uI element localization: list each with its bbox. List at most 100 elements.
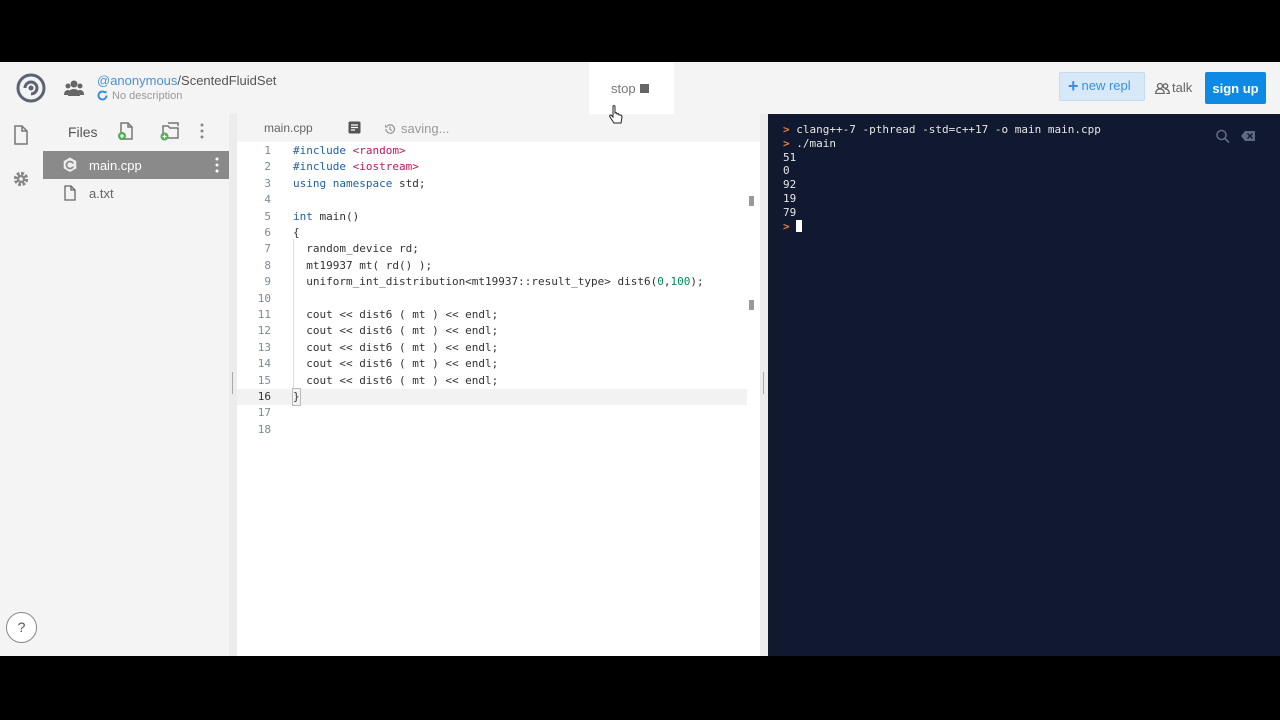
talk-link[interactable]: talk	[1155, 80, 1192, 95]
code-text: {	[293, 226, 300, 239]
code-area[interactable]: 1 #include <random> 2 #include <iostream> 3 u…	[237, 142, 760, 656]
code-text: #include <iostream>	[293, 160, 419, 174]
console-text: 51	[783, 150, 797, 164]
new-repl-button[interactable]: + new repl	[1059, 72, 1145, 101]
console-input-line[interactable]: >	[783, 219, 1101, 234]
line-number: 1	[264, 144, 271, 157]
repl-title[interactable]: @anonymous/ScentedFluidSet	[97, 73, 276, 88]
file-icon[interactable]	[12, 125, 30, 145]
code-line[interactable]: 9 uniform_int_distribution<mt19937::resu…	[237, 274, 747, 290]
logo-icon[interactable]	[16, 73, 46, 103]
file-item-a-txt[interactable]: a.txt	[43, 179, 229, 207]
add-folder-icon[interactable]	[160, 121, 180, 141]
line-number: 4	[264, 193, 271, 207]
code-line[interactable]: 17	[237, 405, 747, 421]
code-line[interactable]: 1 #include <random>	[237, 143, 747, 159]
cpp-icon	[63, 157, 77, 172]
stop-button[interactable]: stop	[589, 62, 674, 114]
console-text: 92	[783, 178, 797, 192]
users-icon	[64, 80, 84, 96]
settings-icon[interactable]	[12, 169, 30, 189]
files-title: Files	[68, 124, 98, 140]
code-line[interactable]: 6{	[237, 225, 747, 241]
code-text: }	[292, 388, 301, 406]
console-line: 79	[783, 206, 1101, 220]
code-line[interactable]: 14 cout << dist6 ( mt ) << endl;	[237, 356, 747, 372]
prompt-icon: >	[783, 136, 797, 150]
search-icon[interactable]	[1215, 129, 1231, 143]
line-number: 15	[257, 373, 271, 387]
code-text: random_device rd;	[293, 242, 419, 256]
header: @anonymous/ScentedFluidSet No descriptio…	[0, 62, 1280, 114]
line-number: 18	[257, 422, 271, 436]
clear-icon[interactable]	[1240, 129, 1256, 143]
line-number: 8	[264, 258, 271, 272]
stop-label: stop	[611, 80, 636, 96]
sidebar-rail: ?	[0, 114, 43, 656]
file-name: a.txt	[89, 186, 114, 201]
code-line[interactable]: 15 cout << dist6 ( mt ) << endl;	[237, 373, 747, 389]
code-line[interactable]: 8 mt19937 mt( rd() );	[237, 258, 747, 274]
code-line[interactable]: 4	[237, 192, 747, 208]
scroll-marker	[749, 300, 754, 310]
repl-name: /ScentedFluidSet	[177, 73, 277, 88]
stop-icon	[639, 83, 649, 93]
line-number: 10	[257, 291, 271, 305]
code-line[interactable]: 10	[237, 291, 747, 307]
prompt-icon: >	[783, 123, 797, 136]
code-text: cout << dist6 ( mt ) << endl;	[293, 357, 499, 371]
code-line[interactable]: 2 #include <iostream>	[237, 159, 747, 175]
code-line[interactable]: 18	[237, 422, 747, 438]
prompt-icon: >	[783, 219, 797, 233]
file-kebab-icon[interactable]	[215, 157, 219, 173]
help-icon: ?	[17, 619, 26, 635]
help-button[interactable]: ?	[6, 612, 37, 643]
scroll-marker	[749, 196, 754, 206]
code-line[interactable]: 16}	[237, 388, 747, 406]
add-file-icon[interactable]	[116, 121, 136, 141]
code-line[interactable]: 7 random_device rd;	[237, 241, 747, 257]
repl-owner-link[interactable]: @anonymous	[97, 73, 177, 88]
files-panel: Files main.cpp a.txt	[43, 114, 229, 656]
code-line[interactable]: 5 int main()	[237, 209, 747, 225]
code-text: using namespace std;	[293, 176, 426, 190]
files-menu-kebab-icon[interactable]	[200, 123, 204, 139]
files-editor-divider[interactable]	[229, 114, 237, 656]
divider-grip	[763, 372, 764, 394]
code-text: cout << dist6 ( mt ) << endl;	[293, 308, 499, 321]
code-text: mt19937 mt( rd() );	[293, 258, 433, 272]
console-panel[interactable]: > clang++-7 -pthread -std=c++17 -o main …	[768, 114, 1280, 656]
refresh-icon	[97, 90, 108, 101]
console-text: ./main	[796, 136, 836, 150]
editor-terminal-divider[interactable]	[760, 114, 768, 656]
editor-tab-bar: main.cpp saving...	[237, 114, 760, 142]
code-line[interactable]: 3 using namespace std;	[237, 176, 747, 192]
console-text: 0	[783, 164, 790, 178]
code-text: cout << dist6 ( mt ) << endl;	[293, 324, 499, 338]
code-text: cout << dist6 ( mt ) << endl;	[293, 373, 499, 387]
talk-icon	[1155, 82, 1170, 95]
tab-label: main.cpp	[264, 121, 313, 135]
code-line[interactable]: 12 cout << dist6 ( mt ) << endl;	[237, 323, 747, 339]
console-text: clang++-7 -pthread -std=c++17 -o main ma…	[796, 123, 1101, 136]
console-text: 19	[783, 191, 797, 205]
code-line[interactable]: 13 cout << dist6 ( mt ) << endl;	[237, 340, 747, 356]
new-repl-label: new repl	[1081, 78, 1131, 93]
line-number: 13	[257, 340, 271, 354]
line-number: 11	[257, 308, 271, 321]
sign-up-button[interactable]: sign up	[1205, 72, 1266, 104]
tab-main-cpp[interactable]: main.cpp	[237, 114, 370, 142]
code-line[interactable]: 11 cout << dist6 ( mt ) << endl;	[237, 307, 747, 323]
repl-description: No description	[97, 90, 182, 102]
code-text: #include <random>	[293, 144, 406, 157]
pointer-cursor-icon	[609, 105, 623, 124]
file-icon	[64, 185, 76, 201]
file-item-main-cpp[interactable]: main.cpp	[43, 151, 229, 179]
code-text: int main()	[293, 209, 360, 223]
history-icon	[385, 124, 396, 134]
line-number: 2	[264, 160, 271, 174]
line-number: 7	[264, 242, 271, 256]
talk-label: talk	[1172, 80, 1193, 95]
format-icon[interactable]	[348, 121, 361, 134]
line-number: 3	[264, 176, 271, 190]
